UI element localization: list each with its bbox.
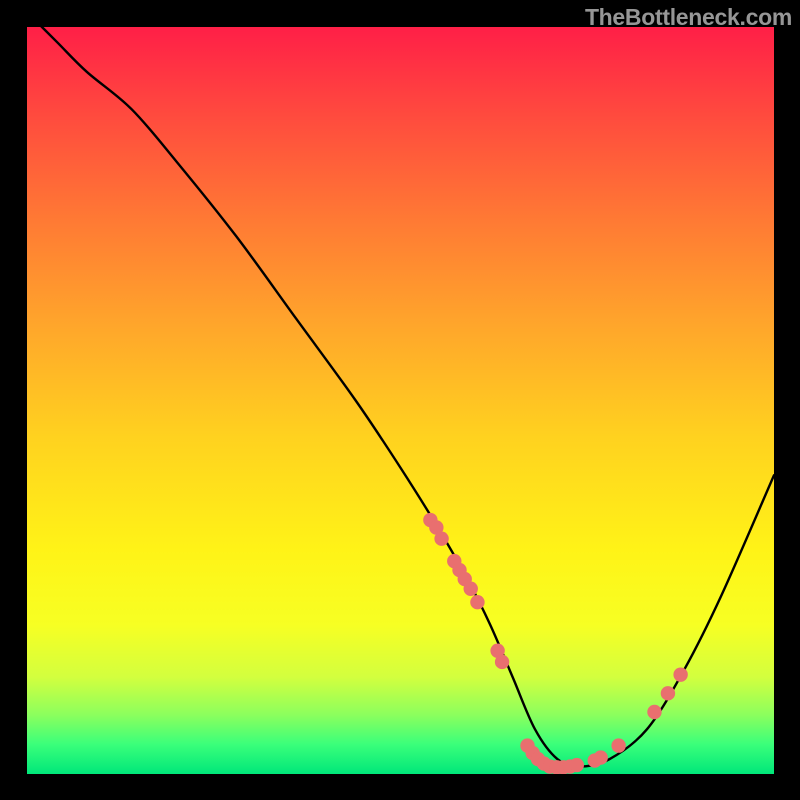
highlight-dot — [570, 758, 584, 772]
highlight-dot — [594, 750, 608, 764]
highlight-dots — [423, 513, 688, 774]
highlight-dot — [434, 531, 448, 545]
highlight-dot — [470, 595, 484, 609]
highlight-dot — [611, 738, 625, 752]
bottleneck-curve — [27, 27, 774, 767]
highlight-dot — [661, 686, 675, 700]
watermark-text: TheBottleneck.com — [585, 4, 792, 31]
chart-frame: TheBottleneck.com — [0, 0, 800, 800]
highlight-dot — [647, 705, 661, 719]
highlight-dot — [673, 667, 687, 681]
highlight-dot — [495, 655, 509, 669]
plot-area — [27, 27, 774, 774]
highlight-dot — [464, 582, 478, 596]
chart-svg — [27, 27, 774, 774]
